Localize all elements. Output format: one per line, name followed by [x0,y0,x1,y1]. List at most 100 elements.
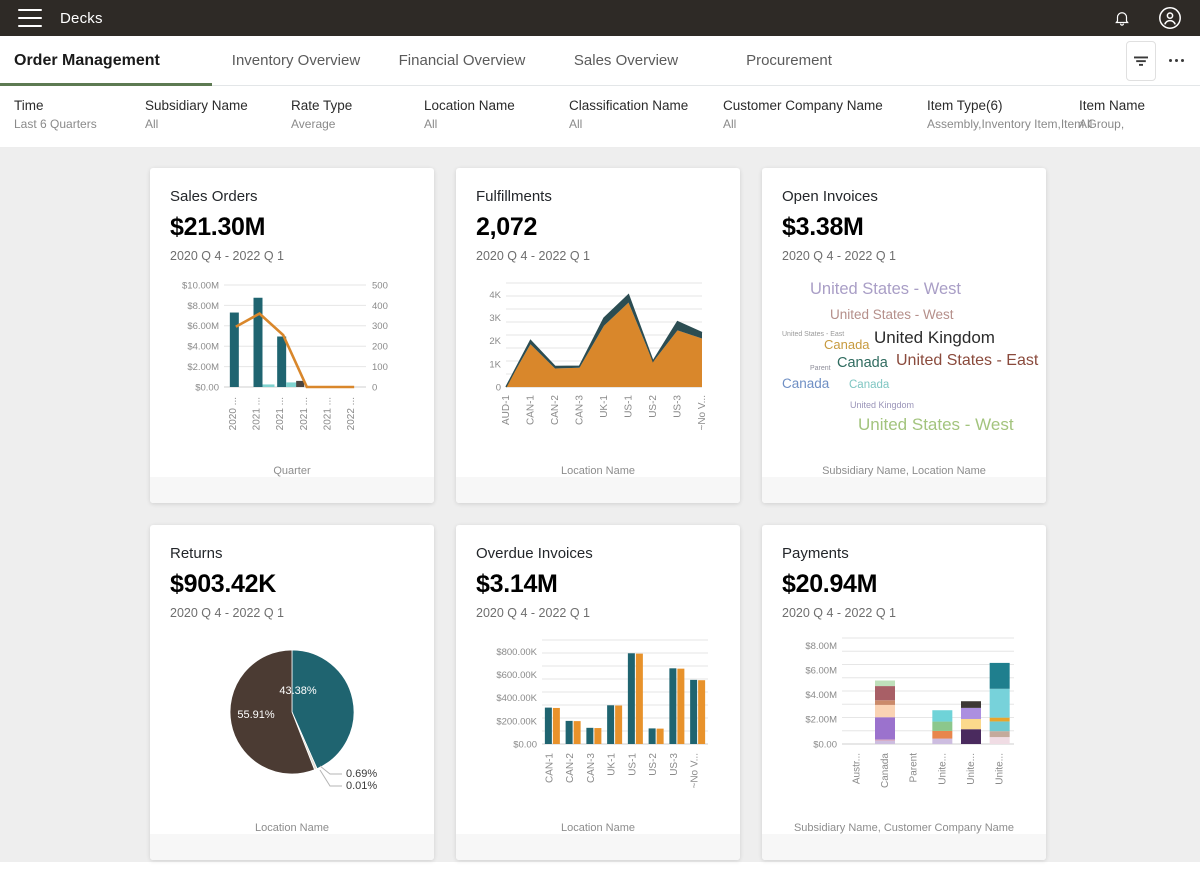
card-footer [456,477,740,503]
chart-axis-title: Subsidiary Name, Customer Company Name [793,822,1015,834]
more-options-icon[interactable] [1164,49,1188,73]
user-account-icon[interactable] [1158,6,1182,30]
card-period: 2020 Q 4 - 2022 Q 1 [782,249,896,263]
chart-tick-label: UK-1 [599,395,610,418]
chart-stack-segment [989,731,1010,738]
chart-tick-label: CAN-1 [544,753,555,783]
filter-label: Location Name [424,98,515,113]
filter-location-name[interactable]: Location Name All [424,98,569,132]
chart-stack-segment [989,662,1010,689]
chart-tick-label: 300 [372,321,388,332]
card-returns[interactable]: Returns $903.42K 2020 Q 4 - 2022 Q 1 43.… [150,525,434,860]
chart-tick-label: 500 [372,280,388,291]
chart-tick-label: $0.00 [195,382,219,393]
chart-stack-segment [961,729,981,744]
wordcloud-word[interactable]: United States - West [830,308,954,322]
chart-bar [677,668,685,744]
chart-axis-title: Quarter [273,465,311,477]
chart-fulfillments[interactable]: 0 1K 2K 3K 4K AUD-1 CAN-1 CAN-2 CAN-3 UK-1 US-1 US-… [476,277,720,461]
chart-sales-orders[interactable]: $0.00 0 $2.00M 100 $4.00M 200 $6.00M 300 $8.00M 4… [170,277,414,461]
card-overdue-invoices[interactable]: Overdue Invoices $3.14M 2020 Q 4 - 2022 … [456,525,740,860]
filter-item-type[interactable]: Item Type(6) Assembly,Inventory Item,Ite… [927,98,1125,132]
card-footer [150,477,434,503]
chart-payments[interactable]: $0.00 $2.00M $4.00M $6.00M $8.00M Austr... Can… [782,634,1026,818]
chart-tick-label: 400 [372,301,388,312]
filter-value: Assembly,Inventory Item,Item Group, [927,117,1125,131]
card-fulfillments[interactable]: Fulfillments 2,072 2020 Q 4 - 2022 Q 1 0… [456,168,740,503]
hamburger-menu-icon[interactable] [18,9,42,27]
card-open-invoices[interactable]: Open Invoices $3.38M 2020 Q 4 - 2022 Q 1… [762,168,1046,503]
chart-tick-label: 2020 ... [228,397,239,430]
chart-tick-label: US-3 [669,753,680,776]
chart-overdue-invoices[interactable]: $0.00 $200.00K $400.00K $600.00K $800.00K CAN… [476,634,720,818]
chart-bar [296,380,305,387]
chart-tick-label: Unite... [995,753,1006,785]
chart-tick-label: $0.00 [813,739,837,750]
wordcloud-word[interactable]: United States - West [858,416,1014,433]
chart-tick-label: $400.00K [496,693,537,704]
chart-tick-label: $6.00M [187,321,219,332]
chart-axis-title: Location Name [561,465,635,477]
wordcloud-word[interactable]: United Kingdom [850,401,914,410]
chart-bar [648,728,656,744]
chart-tick-label: UK-1 [607,753,618,776]
chart-tick-label: 2021 ... [299,397,310,430]
filter-funnel-icon[interactable] [1126,40,1156,81]
chart-tick-label: 0.69% [346,768,377,780]
filter-customer-company-name[interactable]: Customer Company Name All [723,98,927,132]
chart-tick-label: 1K [489,359,501,370]
tab-financial-overview[interactable]: Financial Overview [380,36,544,85]
chart-bar [586,727,594,744]
filter-value: All [569,117,583,131]
chart-tick-label: 200 [372,342,388,353]
chart-stack-segment [875,700,895,705]
chart-bar [669,668,677,744]
chart-axis-title: Location Name [561,822,635,834]
chart-open-invoices-wordcloud[interactable]: United States - West United States - West… [782,273,1038,465]
wordcloud-word[interactable]: Canada [837,356,888,371]
tab-sales-overview[interactable]: Sales Overview [544,36,708,85]
filter-label: Item Type(6) [927,98,1003,113]
tab-procurement[interactable]: Procurement [708,36,870,85]
chart-bar [565,720,573,744]
dashboard-tabbar: Order Management Inventory Overview Fina… [0,36,1200,86]
filter-rate-type[interactable]: Rate Type Average [291,98,424,132]
wordcloud-word[interactable]: United States - West [810,281,961,298]
chart-stack-segment [932,730,953,739]
card-payments[interactable]: Payments $20.94M 2020 Q 4 - 2022 Q 1 $0.… [762,525,1046,860]
chart-returns-pie[interactable]: 43.38% 55.91% 0.69% 0.01% [170,634,414,818]
filter-classification-name[interactable]: Classification Name All [569,98,723,132]
chart-tick-label: CAN-2 [565,753,576,783]
card-sales-orders[interactable]: Sales Orders $21.30M 2020 Q 4 - 2022 Q 1… [150,168,434,503]
chart-bar [656,728,664,744]
card-title: Returns [170,545,223,562]
chart-bar [690,679,698,744]
tab-inventory-overview[interactable]: Inventory Overview [212,36,380,85]
chart-tick-label: $2.00M [805,715,837,726]
chart-tick-label: $800.00K [496,647,537,658]
filter-value: Average [291,117,336,131]
wordcloud-word[interactable]: United Kingdom [874,329,995,346]
chart-stack-segment [875,717,895,740]
filter-item-name[interactable]: Item Name All [1079,98,1199,132]
chart-tick-label: $4.00M [805,690,837,701]
chart-tick-label: 43.38% [279,685,317,697]
card-kpi-value: $3.14M [476,570,558,598]
wordcloud-word[interactable]: Parent [810,365,831,372]
filter-subsidiary-name[interactable]: Subsidiary Name All [145,98,291,132]
wordcloud-word[interactable]: Canada [824,338,870,351]
wordcloud-word[interactable]: Canada [782,377,829,391]
chart-stack-segment [875,704,895,718]
tab-order-management[interactable]: Order Management [0,36,212,86]
filter-label: Customer Company Name [723,98,883,113]
chart-tick-label: ~No V... [690,753,701,789]
chart-tick-label: US-1 [624,395,635,418]
filter-time[interactable]: Time Last 6 Quarters [14,98,145,132]
wordcloud-word[interactable]: United States - East [896,353,1038,369]
chart-tick-label: ~No V... [697,395,708,431]
chart-tick-label: 2K [489,336,501,347]
notification-bell-icon[interactable] [1110,6,1134,30]
chart-tick-label: 4K [489,290,501,301]
chart-tick-label: AUD-1 [501,395,512,425]
wordcloud-word[interactable]: Canada [849,379,889,392]
